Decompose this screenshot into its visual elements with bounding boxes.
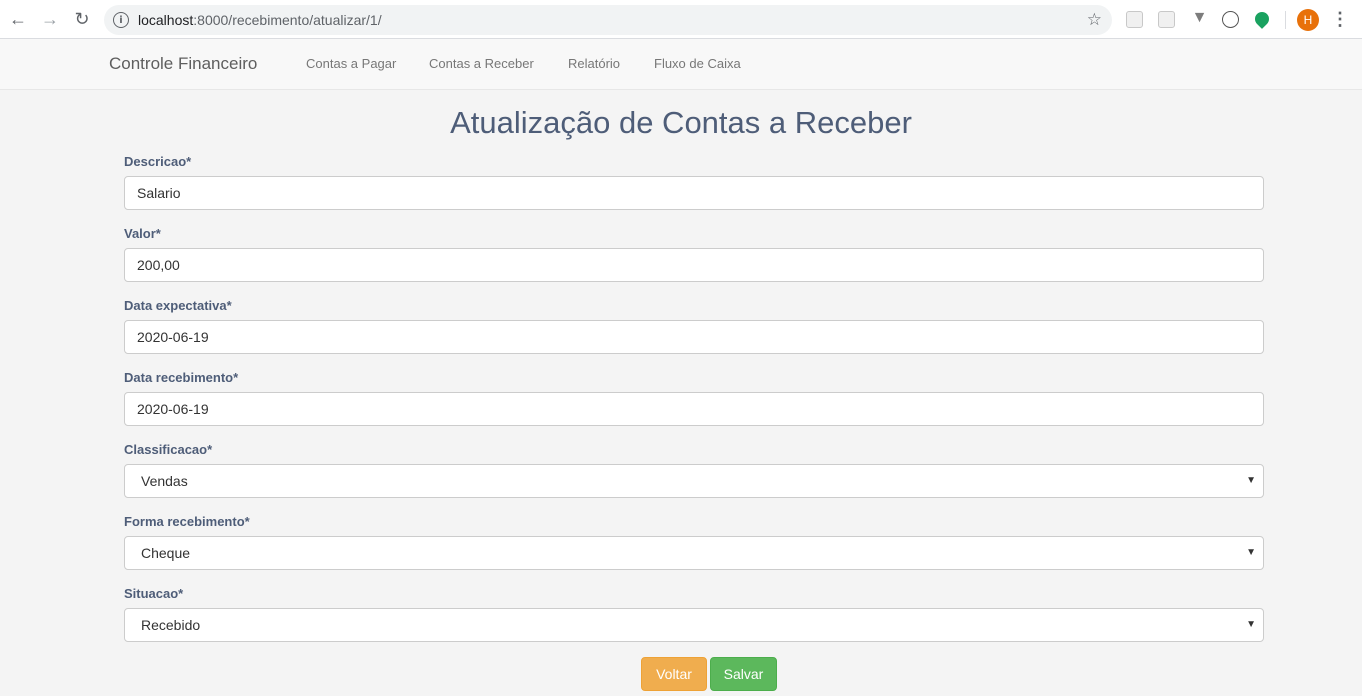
extension-icon[interactable]: [1158, 11, 1175, 28]
navbar: Controle Financeiro Contas a Pagar Conta…: [0, 39, 1362, 90]
forma-recebimento-select[interactable]: Cheque ▼: [124, 536, 1264, 570]
chevron-down-icon: ▼: [1246, 475, 1256, 486]
address-url[interactable]: localhost:8000/recebimento/atualizar/1/: [138, 12, 382, 28]
nav-fluxo-de-caixa[interactable]: Fluxo de Caixa: [654, 56, 741, 71]
address-bar[interactable]: i localhost:8000/recebimento/atualizar/1…: [104, 5, 1112, 35]
browser-toolbar: ← → ↻ i localhost:8000/recebimento/atual…: [0, 0, 1362, 39]
back-icon[interactable]: ←: [8, 9, 28, 29]
page-title: Atualização de Contas a Receber: [450, 105, 912, 140]
situacao-select[interactable]: Recebido ▼: [124, 608, 1264, 642]
classificacao-select[interactable]: Vendas ▼: [124, 464, 1264, 498]
data-expectativa-input[interactable]: 2020-06-19: [124, 320, 1264, 354]
extension-icon[interactable]: [1126, 11, 1143, 28]
chevron-down-icon: ▼: [1246, 619, 1256, 630]
salvar-button[interactable]: Salvar: [710, 657, 777, 691]
url-path: :8000/recebimento/atualizar/1/: [193, 12, 382, 28]
data-recebimento-input[interactable]: 2020-06-19: [124, 392, 1264, 426]
chevron-down-icon: ▼: [1246, 547, 1256, 558]
descricao-label: Descricao*: [124, 154, 192, 169]
valor-label: Valor*: [124, 226, 161, 241]
classificacao-value: Vendas: [141, 473, 188, 489]
data-recebimento-label: Data recebimento*: [124, 370, 239, 385]
forma-recebimento-value: Cheque: [141, 545, 191, 561]
forma-recebimento-label: Forma recebimento*: [124, 514, 250, 529]
nav-contas-a-receber[interactable]: Contas a Receber: [429, 56, 534, 71]
bookmark-star-icon[interactable]: ☆: [1087, 10, 1102, 30]
reload-icon[interactable]: ↻: [72, 9, 92, 29]
situacao-label: Situacao*: [124, 586, 184, 601]
classificacao-label: Classificacao*: [124, 442, 213, 457]
url-host: localhost: [138, 12, 194, 28]
vue-devtools-icon[interactable]: ▼: [1191, 9, 1208, 26]
situacao-value: Recebido: [141, 617, 201, 633]
data-expectativa-label: Data expectativa*: [124, 298, 232, 313]
toolbar-divider: [1285, 11, 1286, 29]
valor-input[interactable]: 200,00: [124, 248, 1264, 282]
navbar-brand[interactable]: Controle Financeiro: [109, 54, 257, 74]
browser-menu-icon[interactable]: ⋮: [1330, 8, 1350, 30]
nav-relatorio[interactable]: Relatório: [568, 56, 620, 71]
profile-avatar[interactable]: H: [1297, 9, 1319, 31]
forward-icon[interactable]: →: [40, 9, 60, 29]
extension-icon[interactable]: [1222, 11, 1239, 28]
nav-contas-a-pagar[interactable]: Contas a Pagar: [306, 56, 396, 71]
info-icon[interactable]: i: [113, 12, 129, 28]
voltar-button[interactable]: Voltar: [641, 657, 707, 691]
descricao-input[interactable]: Salario: [124, 176, 1264, 210]
evernote-icon[interactable]: [1252, 9, 1272, 29]
